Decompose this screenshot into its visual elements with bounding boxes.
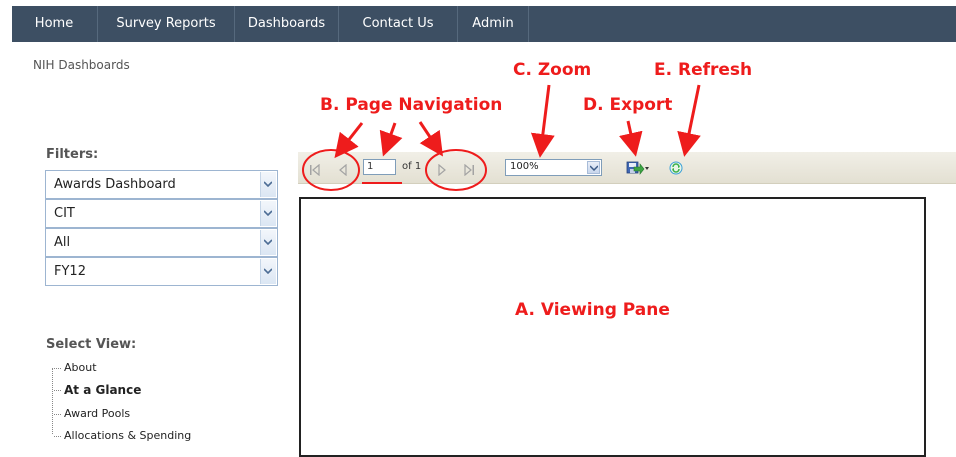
fiscal-year-select[interactable]: FY12 — [45, 257, 278, 286]
chevron-down-icon — [260, 259, 276, 284]
annotation-arrow — [334, 122, 364, 159]
nav-divider — [528, 6, 529, 42]
nav-dashboards[interactable]: Dashboards — [235, 6, 338, 42]
tree-connector — [52, 368, 54, 434]
refresh-icon[interactable] — [669, 160, 683, 179]
zoom-select[interactable]: 100% — [505, 159, 602, 176]
nav-home[interactable]: Home — [12, 6, 96, 42]
chevron-down-icon — [260, 230, 276, 255]
view-item-at-a-glance[interactable]: At a Glance — [54, 383, 141, 397]
fiscal-year-select-value: FY12 — [54, 264, 86, 279]
chevron-down-icon — [260, 172, 276, 197]
view-item-label: Award Pools — [64, 407, 131, 420]
annotation-arrow — [677, 84, 701, 157]
category-select-value: All — [54, 235, 71, 250]
next-page-icon[interactable] — [437, 161, 447, 180]
filters-label: Filters: — [46, 147, 99, 162]
page-count-text: of 1 — [402, 161, 422, 172]
annotation-arrow — [418, 121, 443, 157]
nav-survey-reports[interactable]: Survey Reports — [98, 6, 234, 42]
chevron-down-icon — [260, 201, 276, 226]
view-item-about[interactable]: About — [54, 361, 97, 374]
annotation-page-navigation: B. Page Navigation — [320, 95, 503, 115]
dashboard-select-value: Awards Dashboard — [54, 177, 176, 192]
first-page-icon[interactable] — [309, 161, 321, 180]
top-navigation-bar: Home Survey Reports Dashboards Contact U… — [12, 6, 956, 42]
dashboard-select[interactable]: Awards Dashboard — [45, 170, 278, 199]
view-item-label: At a Glance — [64, 383, 142, 397]
annotation-arrow — [619, 120, 643, 157]
view-item-label: About — [64, 361, 97, 374]
chevron-down-icon — [587, 161, 600, 174]
annotation-viewing-pane: A. Viewing Pane — [515, 300, 670, 320]
view-item-allocations-spending[interactable]: Allocations & Spending — [54, 429, 191, 442]
last-page-icon[interactable] — [463, 161, 475, 180]
previous-page-icon[interactable] — [338, 161, 348, 180]
nav-admin[interactable]: Admin — [458, 6, 528, 42]
organization-select[interactable]: CIT — [45, 199, 278, 228]
nav-contact-us[interactable]: Contact Us — [339, 6, 457, 42]
annotation-arrow — [530, 84, 555, 158]
view-item-award-pools[interactable]: Award Pools — [54, 407, 130, 420]
annotation-export: D. Export — [583, 95, 673, 115]
report-viewing-pane[interactable] — [299, 197, 926, 457]
view-item-label: Allocations & Spending — [64, 429, 192, 442]
annotation-arrow — [379, 122, 403, 157]
site-title: NIH Dashboards — [33, 58, 130, 72]
category-select[interactable]: All — [45, 228, 278, 257]
zoom-select-value: 100% — [510, 161, 539, 172]
annotation-zoom: C. Zoom — [513, 60, 592, 80]
organization-select-value: CIT — [54, 206, 75, 221]
page-number-input[interactable]: 1 — [363, 159, 396, 175]
select-view-label: Select View: — [46, 337, 137, 352]
annotation-refresh: E. Refresh — [654, 60, 753, 80]
export-save-icon[interactable] — [626, 160, 650, 179]
